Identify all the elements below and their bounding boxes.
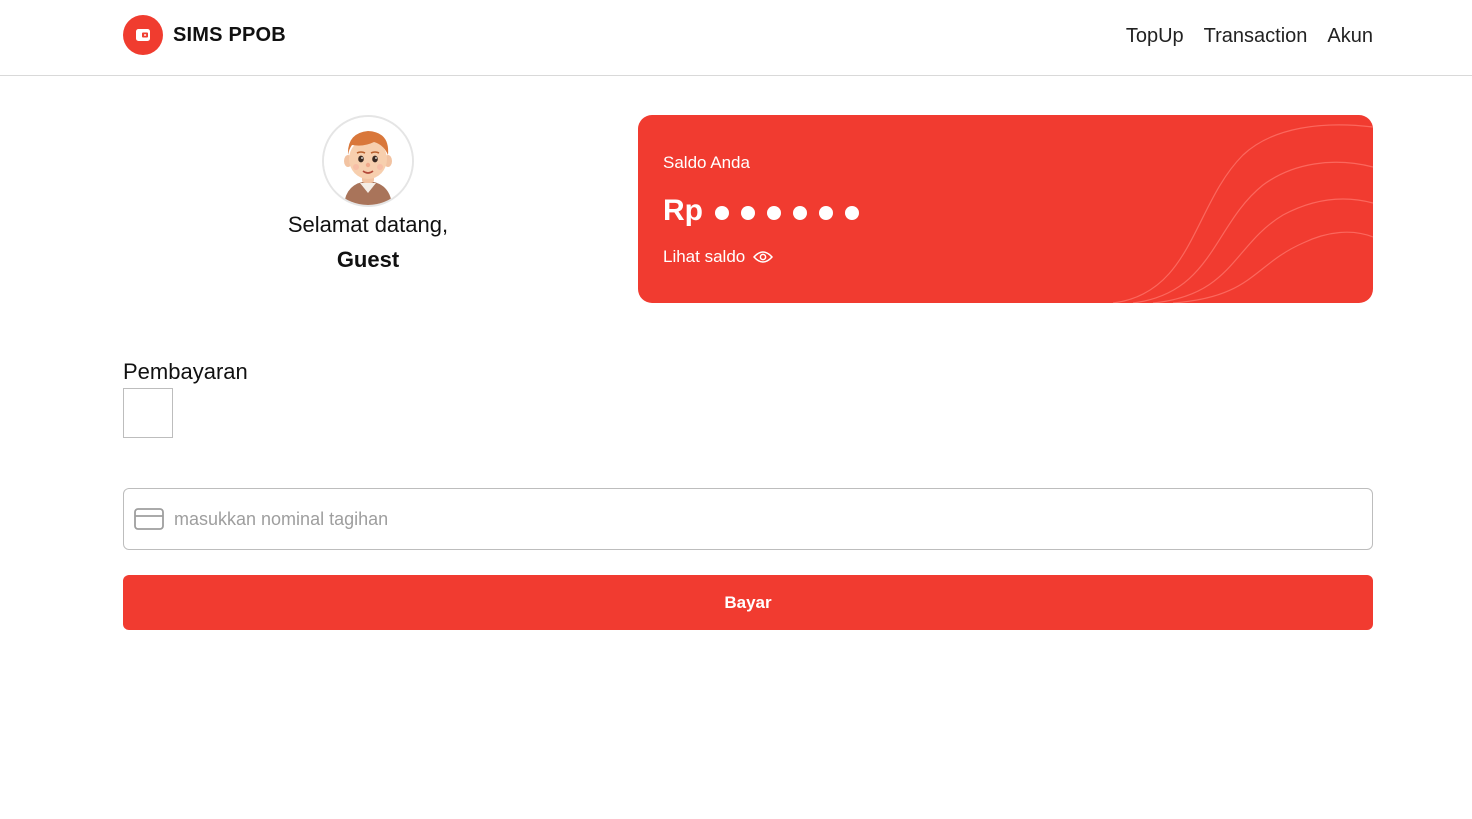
mask-dot bbox=[845, 206, 859, 220]
mask-dot bbox=[715, 206, 729, 220]
service-icon-placeholder bbox=[123, 388, 173, 438]
welcome-text: Selamat datang, bbox=[287, 212, 449, 237]
wave-decoration bbox=[1112, 124, 1373, 303]
mask-dot bbox=[741, 206, 755, 220]
main-nav: TopUp Transaction Akun bbox=[1126, 24, 1373, 48]
show-balance-label: Lihat saldo bbox=[663, 247, 746, 266]
mask-dot bbox=[767, 206, 781, 220]
nav-akun-link[interactable]: Akun bbox=[1327, 24, 1373, 48]
user-name: Guest bbox=[336, 247, 400, 272]
navbar: SIMS PPOB TopUp Transaction Akun bbox=[0, 0, 1472, 76]
nav-topup-link[interactable]: TopUp bbox=[1126, 24, 1184, 48]
credit-card-icon bbox=[134, 508, 164, 530]
balance-card: Saldo Anda Rp Lihat saldo bbox=[638, 115, 1373, 303]
show-balance-toggle[interactable]: Lihat saldo bbox=[663, 246, 774, 268]
brand-home-link[interactable]: SIMS PPOB bbox=[123, 15, 286, 55]
eye-icon bbox=[753, 251, 774, 263]
wallet-icon bbox=[123, 15, 163, 55]
amount-input[interactable] bbox=[174, 508, 1354, 530]
masked-balance bbox=[715, 206, 859, 220]
amount-field[interactable] bbox=[123, 488, 1373, 550]
mask-dot bbox=[819, 206, 833, 220]
pay-button[interactable]: Bayar bbox=[123, 575, 1373, 630]
payment-section-title: Pembayaran bbox=[123, 359, 248, 384]
balance-amount: Rp bbox=[663, 193, 859, 229]
brand-name: SIMS PPOB bbox=[173, 23, 286, 46]
balance-label: Saldo Anda bbox=[663, 153, 750, 172]
avatar bbox=[322, 115, 414, 207]
currency-label: Rp bbox=[663, 194, 703, 227]
nav-transaction-link[interactable]: Transaction bbox=[1204, 24, 1308, 48]
mask-dot bbox=[793, 206, 807, 220]
